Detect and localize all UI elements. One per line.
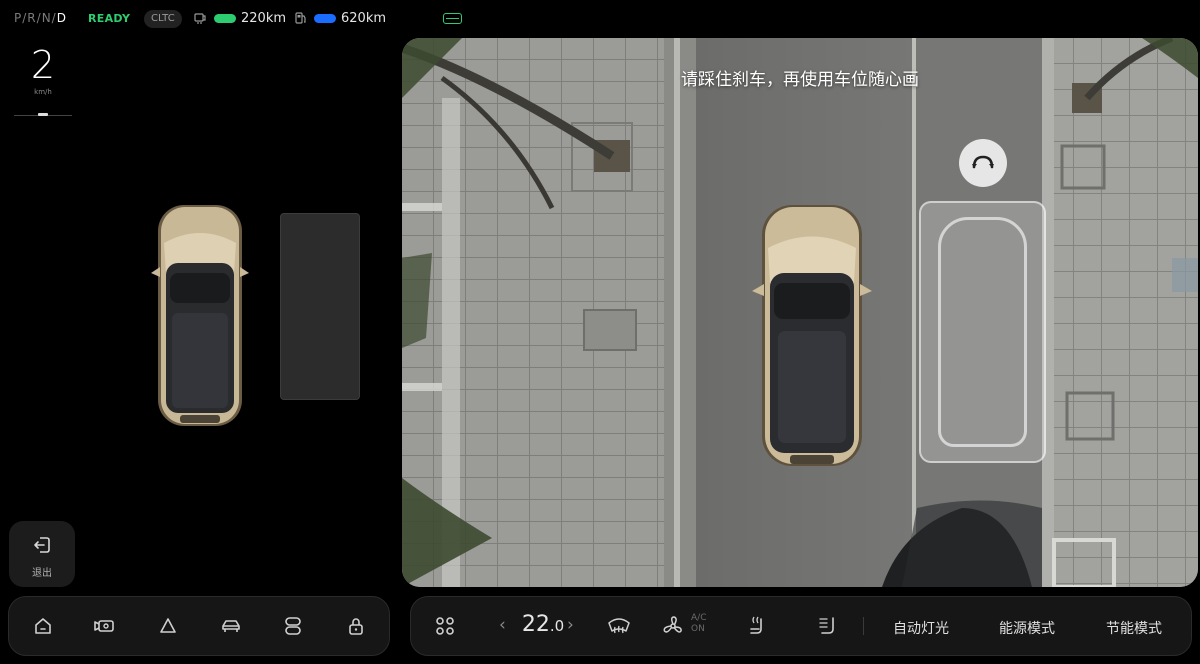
- rotate-slot-button[interactable]: [959, 139, 1007, 187]
- target-parking-slot[interactable]: [919, 201, 1046, 463]
- home-icon[interactable]: [32, 615, 54, 637]
- gear-r: R: [27, 11, 37, 25]
- temperature-value: 22: [521, 612, 550, 637]
- gear-n: N: [41, 11, 52, 25]
- lock-icon[interactable]: [345, 615, 367, 637]
- seat-heat-icon[interactable]: [747, 615, 771, 637]
- parking-slot-candidate[interactable]: [280, 213, 360, 400]
- ev-range-value: 220km: [241, 11, 287, 26]
- fuel-level: [314, 14, 336, 23]
- fuel-range-value: 620km: [341, 11, 387, 26]
- ev-range-icon: [194, 13, 206, 24]
- hazard-icon[interactable]: [157, 615, 179, 637]
- dock-divider: [863, 617, 864, 635]
- car-icon[interactable]: [220, 615, 242, 637]
- auto-lights-button[interactable]: 自动灯光: [893, 618, 949, 638]
- own-car-overview: [151, 205, 249, 426]
- mirror-icon[interactable]: [282, 615, 304, 637]
- surround-camera-view[interactable]: 请踩住刹车，再使用车位随心画: [402, 38, 1198, 587]
- eco-mode-button[interactable]: 节能模式: [1106, 618, 1162, 638]
- brake-instruction-message: 请踩住刹车，再使用车位随心画: [681, 70, 919, 90]
- rotate-icon: [972, 155, 994, 169]
- gear-d: D: [56, 11, 67, 25]
- ac-on-label: ON: [691, 624, 705, 634]
- speed-unit: km/h: [34, 88, 52, 96]
- gear-indicator: P/R/N/D: [14, 11, 67, 25]
- left-dock: [8, 596, 390, 656]
- exit-icon: [34, 537, 50, 553]
- fan-icon[interactable]: [661, 615, 685, 637]
- exit-label: 退出: [32, 568, 52, 579]
- status-bar: P/R/N/D READY CLTC 220km 620km: [0, 0, 520, 38]
- seat-ventilation-icon[interactable]: [817, 615, 841, 637]
- defrost-icon[interactable]: [607, 615, 631, 637]
- fuel-pump-icon: [295, 12, 306, 24]
- own-car-camera: [752, 205, 872, 466]
- temp-up-button[interactable]: ›: [567, 615, 574, 635]
- speed-bar-indicator: [38, 113, 48, 116]
- target-car-outline: [938, 217, 1027, 447]
- speedometer: 2 km/h: [14, 43, 72, 116]
- gear-p: P: [14, 11, 23, 25]
- ac-status[interactable]: A/C ON: [691, 613, 706, 635]
- headlight-indicator-icon: [443, 13, 462, 24]
- right-dock: ‹ 22.0 › A/C ON 自动灯光 能源模式 节能模式: [410, 596, 1192, 656]
- ac-label: A/C: [691, 613, 707, 623]
- temperature-decimal: .0: [549, 617, 565, 635]
- parking-assist-screen: P/R/N/D READY CLTC 220km 620km 2 km/h 退出…: [0, 0, 1200, 664]
- apps-grid-icon[interactable]: [433, 615, 457, 637]
- cltc-badge: CLTC: [144, 10, 182, 28]
- energy-mode-button[interactable]: 能源模式: [999, 618, 1055, 638]
- camera-icon[interactable]: [94, 615, 116, 637]
- ev-battery-level: [214, 14, 236, 23]
- ready-status: READY: [88, 12, 131, 25]
- speed-value: 2: [30, 43, 56, 87]
- exit-button[interactable]: 退出: [9, 521, 75, 587]
